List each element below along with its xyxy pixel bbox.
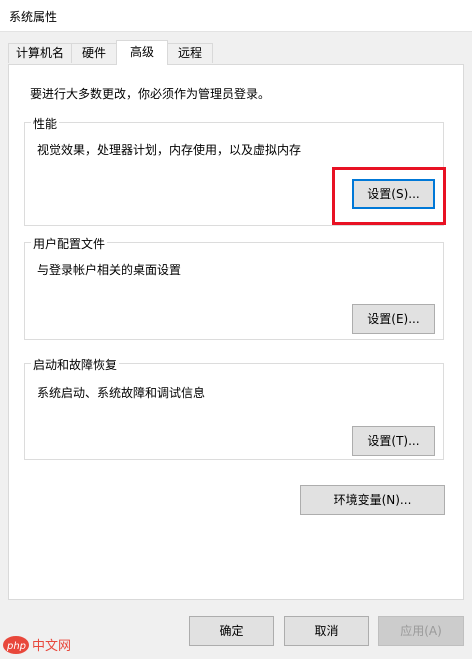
tab-remote[interactable]: 远程: [167, 43, 213, 63]
cancel-button[interactable]: 取消: [284, 616, 369, 646]
user-profiles-group: 用户配置文件 与登录帐户相关的桌面设置 设置(E)...: [24, 235, 444, 340]
startup-recovery-group: 启动和故障恢复 系统启动、系统故障和调试信息 设置(T)...: [24, 356, 444, 460]
environment-variables-button[interactable]: 环境变量(N)...: [300, 485, 445, 515]
performance-description: 视觉效果，处理器计划，内存使用，以及虚拟内存: [37, 143, 302, 157]
advanced-tab-panel: 要进行大多数更改，你必须作为管理员登录。 性能 视觉效果，处理器计划，内存使用，…: [8, 64, 464, 600]
svg-text:php: php: [6, 641, 26, 652]
php-logo-icon: php 中文网: [3, 636, 71, 654]
tab-hardware[interactable]: 硬件: [71, 43, 117, 63]
tab-computer-name[interactable]: 计算机名: [8, 43, 72, 63]
highlight-box: [332, 167, 446, 225]
ok-button[interactable]: 确定: [189, 616, 274, 646]
admin-notice: 要进行大多数更改，你必须作为管理员登录。: [30, 87, 271, 101]
user-profiles-description: 与登录帐户相关的桌面设置: [37, 263, 182, 277]
watermark-text: 中文网: [32, 639, 71, 654]
window-title: 系统属性: [9, 10, 58, 24]
user-profiles-group-label: 用户配置文件: [31, 235, 108, 252]
tab-label: 计算机名: [15, 46, 64, 60]
tab-advanced[interactable]: 高级: [116, 40, 168, 65]
performance-group-label: 性能: [31, 115, 60, 132]
title-bar[interactable]: 系统属性: [0, 0, 472, 32]
startup-recovery-group-label: 启动和故障恢复: [31, 356, 120, 373]
tab-strip: 计算机名 硬件 高级 远程: [8, 40, 464, 65]
startup-recovery-description: 系统启动、系统故障和调试信息: [37, 386, 206, 400]
user-profiles-settings-button[interactable]: 设置(E)...: [352, 304, 435, 334]
apply-button[interactable]: 应用(A): [378, 616, 464, 646]
tab-label: 硬件: [81, 46, 106, 60]
tab-label: 高级: [129, 45, 154, 59]
site-watermark: php 中文网: [2, 634, 92, 656]
tab-label: 远程: [177, 46, 202, 60]
startup-recovery-settings-button[interactable]: 设置(T)...: [352, 426, 435, 456]
